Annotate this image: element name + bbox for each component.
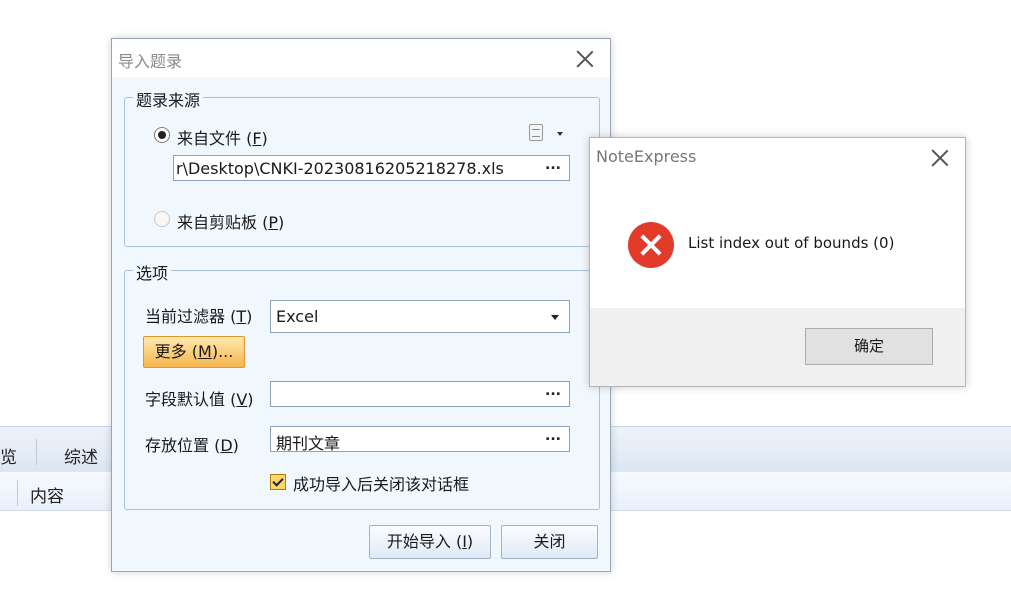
close-icon[interactable] — [574, 48, 596, 70]
column-header-content[interactable]: 内容 — [30, 482, 64, 507]
background-tab-review[interactable]: 综述 — [64, 443, 98, 468]
options-group-label: 选项 — [133, 260, 172, 284]
error-message-text: List index out of bounds (0) — [688, 234, 895, 252]
default-values-label: 字段默认值 (V) — [145, 390, 254, 409]
file-path-field[interactable]: r\Desktop\CNKI-20230816205218278.xls ... — [173, 155, 570, 181]
ok-button[interactable]: 确定 — [805, 328, 933, 365]
from-clipboard-radio[interactable] — [154, 211, 170, 227]
start-import-button[interactable]: 开始导入 (I) — [369, 525, 491, 559]
close-button[interactable]: 关闭 — [501, 525, 598, 559]
import-dialog: 导入题录 题录来源 来自文件 (F) r\Desktop\CNKI-202308… — [111, 38, 611, 572]
error-message-box: NoteExpress List index out of bounds (0)… — [589, 137, 966, 387]
from-clipboard-label[interactable]: 来自剪贴板 (P) — [177, 209, 284, 233]
close-icon[interactable] — [929, 147, 951, 169]
location-browse-button[interactable]: ... — [545, 428, 561, 444]
document-list-icon[interactable] — [529, 124, 543, 141]
default-values-field[interactable]: ... — [270, 381, 570, 407]
filter-label: 当前过滤器 (T) — [145, 307, 253, 326]
chevron-down-icon[interactable] — [557, 132, 563, 136]
tab-separator — [36, 439, 37, 465]
more-button[interactable]: 更多 (M)... — [143, 336, 245, 368]
from-file-label[interactable]: 来自文件 (F) — [177, 125, 268, 149]
source-group-label: 题录来源 — [133, 87, 204, 111]
close-after-import-label[interactable]: 成功导入后关闭该对话框 — [293, 471, 469, 495]
browse-file-button[interactable]: ... — [545, 157, 561, 173]
message-box-title: NoteExpress — [596, 147, 697, 166]
dropdown-arrow-icon[interactable] — [551, 315, 559, 320]
default-values-browse-button[interactable]: ... — [545, 383, 561, 399]
from-file-radio[interactable] — [154, 127, 170, 143]
column-separator — [17, 480, 18, 506]
location-label: 存放位置 (D) — [145, 436, 239, 455]
dialog-titlebar: 导入题录 — [112, 39, 610, 77]
background-tab[interactable]: 览 — [0, 443, 17, 468]
filter-select[interactable]: Excel — [270, 300, 570, 333]
location-field[interactable]: 期刊文章 ... — [270, 426, 570, 452]
dialog-title: 导入题录 — [118, 52, 183, 71]
error-icon — [628, 222, 674, 268]
close-after-import-checkbox[interactable] — [270, 474, 286, 490]
